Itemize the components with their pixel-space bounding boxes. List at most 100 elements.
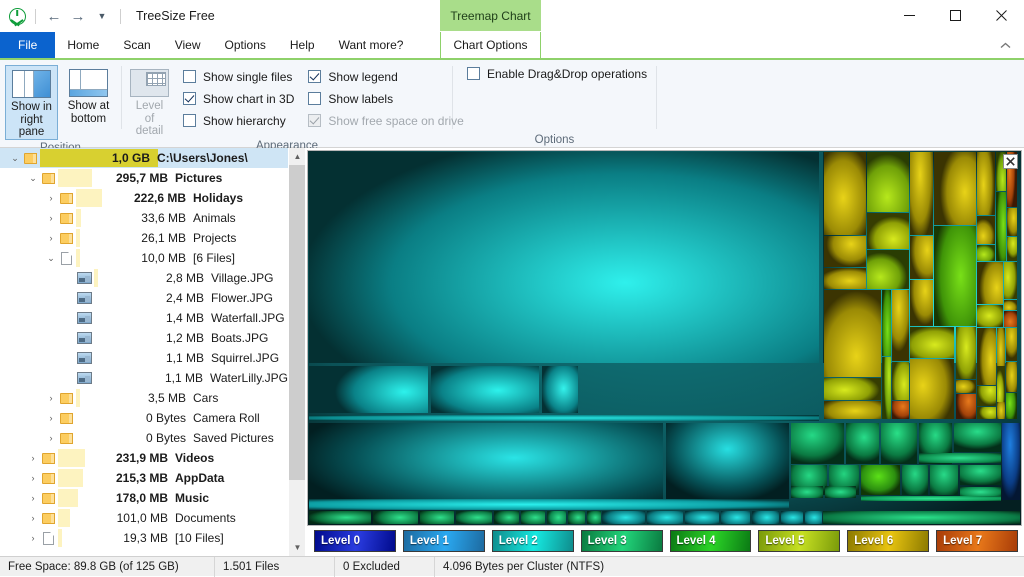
tree-row[interactable]: ›3,5 MBCars xyxy=(0,388,288,408)
scroll-up-icon[interactable]: ▲ xyxy=(289,148,305,165)
treemap-tile[interactable] xyxy=(1004,311,1017,327)
treemap-tile[interactable] xyxy=(494,511,519,524)
treemap-tile[interactable] xyxy=(997,328,1005,365)
show-in-right-pane-button[interactable]: Show in right pane xyxy=(5,65,58,140)
checkbox-enable-drag-drop[interactable]: Enable Drag&Drop operations xyxy=(467,65,661,82)
treemap-tile[interactable] xyxy=(954,423,1001,452)
forward-arrow-icon[interactable]: → xyxy=(67,5,89,27)
collapse-ribbon-button[interactable] xyxy=(994,32,1016,58)
scrollbar-thumb[interactable] xyxy=(289,165,305,480)
level-of-detail-button[interactable]: Level of detail xyxy=(130,65,169,138)
treemap-tile[interactable] xyxy=(867,152,909,211)
treemap-tile[interactable] xyxy=(1006,362,1017,392)
expand-collapse-arrow-expanded[interactable]: ⌄ xyxy=(26,173,40,184)
treemap-tile[interactable] xyxy=(977,262,1003,304)
treemap-tile[interactable] xyxy=(309,366,427,413)
treemap-tile[interactable] xyxy=(861,465,900,495)
treemap-tile[interactable] xyxy=(1007,237,1017,261)
treemap-tile[interactable] xyxy=(910,327,954,358)
treemap-tile[interactable] xyxy=(977,386,996,406)
treemap-tile[interactable] xyxy=(882,357,891,419)
treemap-tile[interactable] xyxy=(997,402,1005,419)
tree-row[interactable]: 2,8 MBVillage.JPG xyxy=(0,268,288,288)
tree-row[interactable]: ›33,6 MBAnimals xyxy=(0,208,288,228)
expand-collapse-arrow-collapsed[interactable]: › xyxy=(44,233,58,243)
treemap-tile[interactable] xyxy=(647,511,684,524)
treemap-tile[interactable] xyxy=(587,511,601,524)
checkbox-show-single-files[interactable]: Show single files xyxy=(183,68,308,85)
treemap-tile[interactable] xyxy=(824,401,881,420)
treemap-tile[interactable] xyxy=(685,511,719,524)
treemap-tile[interactable] xyxy=(373,511,418,524)
tab-options[interactable]: Options xyxy=(213,32,278,58)
treemap-tile[interactable] xyxy=(456,511,493,524)
treemap-tile[interactable] xyxy=(752,511,779,524)
tree-row[interactable]: ›26,1 MBProjects xyxy=(0,228,288,248)
treemap-tile[interactable] xyxy=(824,152,866,234)
treemap-tile[interactable] xyxy=(934,152,976,224)
treemap-tile[interactable] xyxy=(824,378,881,400)
treemap-tile[interactable] xyxy=(791,486,822,499)
tree-row[interactable]: ›19,3 MB[10 Files] xyxy=(0,528,288,548)
expand-collapse-arrow-collapsed[interactable]: › xyxy=(26,513,40,523)
treemap-tile[interactable] xyxy=(666,423,789,511)
treemap-tile[interactable] xyxy=(919,453,1001,463)
treemap-tile[interactable] xyxy=(823,511,1019,524)
treemap-tile[interactable] xyxy=(902,465,928,495)
treemap-tile[interactable] xyxy=(1004,300,1017,311)
tab-help[interactable]: Help xyxy=(278,32,327,58)
treemap-tile[interactable] xyxy=(309,423,663,511)
treemap-tile[interactable] xyxy=(420,511,454,524)
treemap-tile[interactable] xyxy=(910,280,933,326)
treemap-tile[interactable] xyxy=(996,192,1006,262)
tab-view[interactable]: View xyxy=(163,32,213,58)
treemap-tile[interactable] xyxy=(824,290,881,377)
tree-row[interactable]: ⌄1,0 GBC:\Users\Jones\ xyxy=(0,148,288,168)
expand-collapse-arrow-collapsed[interactable]: › xyxy=(26,533,40,543)
expand-collapse-arrow-collapsed[interactable]: › xyxy=(26,453,40,463)
tree-row[interactable]: 2,4 MBFlower.JPG xyxy=(0,288,288,308)
treemap-tile[interactable] xyxy=(977,245,995,262)
customize-quick-access-icon[interactable]: ▼ xyxy=(91,5,113,27)
minimize-button[interactable] xyxy=(886,0,932,31)
expand-collapse-arrow-collapsed[interactable]: › xyxy=(26,473,40,483)
treemap-tile[interactable] xyxy=(547,511,567,524)
tree-row[interactable]: ›222,6 MBHolidays xyxy=(0,188,288,208)
tab-home[interactable]: Home xyxy=(55,32,111,58)
expand-collapse-arrow-collapsed[interactable]: › xyxy=(44,213,58,223)
treemap-tile[interactable] xyxy=(846,423,879,464)
treemap-tile[interactable] xyxy=(910,236,933,278)
treemap-tile[interactable] xyxy=(824,236,866,268)
close-button[interactable] xyxy=(978,0,1024,31)
treemap-tile[interactable] xyxy=(892,362,909,399)
treemap-tile[interactable] xyxy=(721,511,751,524)
expand-collapse-arrow-collapsed[interactable]: › xyxy=(44,413,58,423)
treemap-tile[interactable] xyxy=(867,213,909,250)
maximize-button[interactable] xyxy=(932,0,978,31)
tree-row[interactable]: 1,2 MBBoats.JPG xyxy=(0,328,288,348)
tree-row[interactable]: ›215,3 MBAppData xyxy=(0,468,288,488)
treemap-tile[interactable] xyxy=(930,465,959,495)
treemap-tile[interactable] xyxy=(568,511,585,524)
expand-collapse-arrow-collapsed[interactable]: › xyxy=(44,393,58,403)
treemap-tile[interactable] xyxy=(977,152,995,215)
treemap-tile[interactable] xyxy=(1002,423,1021,500)
treemap-tile[interactable] xyxy=(309,152,819,363)
expand-collapse-arrow-collapsed[interactable]: › xyxy=(44,193,58,203)
treemap-tile[interactable] xyxy=(977,216,995,243)
scroll-down-icon[interactable]: ▼ xyxy=(289,539,305,556)
treemap-tile[interactable] xyxy=(521,511,545,524)
treemap-tile[interactable] xyxy=(892,290,909,362)
checkbox-show-chart-in-3d[interactable]: Show chart in 3D xyxy=(183,90,308,107)
treemap-tile[interactable] xyxy=(977,328,996,385)
treemap-tile[interactable] xyxy=(910,152,933,235)
tree-row[interactable]: 1,4 MBWaterfall.JPG xyxy=(0,308,288,328)
tree-row[interactable]: ›178,0 MBMusic xyxy=(0,488,288,508)
treemap-tile[interactable] xyxy=(956,394,976,419)
tree-row[interactable]: ›0 BytesCamera Roll xyxy=(0,408,288,428)
treemap-tile[interactable] xyxy=(1004,262,1017,299)
expand-collapse-arrow-collapsed[interactable]: › xyxy=(44,433,58,443)
directory-tree[interactable]: ⌄1,0 GBC:\Users\Jones\⌄295,7 MBPictures›… xyxy=(0,148,288,556)
treemap-tile[interactable] xyxy=(960,465,1001,484)
treemap-tile[interactable] xyxy=(309,511,371,524)
